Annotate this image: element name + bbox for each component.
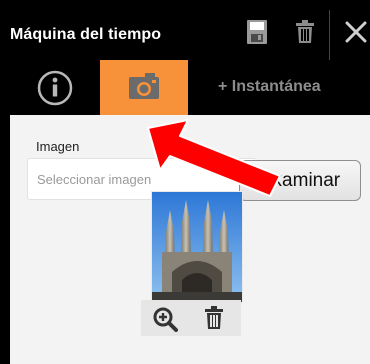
tab-bar: + Instantánea (0, 60, 370, 115)
image-label: Imagen (36, 139, 80, 154)
header-divider (329, 10, 330, 60)
add-snapshot-tab[interactable]: + Instantánea (218, 78, 321, 96)
close-icon[interactable] (345, 21, 367, 48)
trash-icon[interactable] (203, 305, 225, 336)
time-machine-panel: Máquina del tiempo + Instantánea Imagen … (0, 0, 370, 364)
trash-icon[interactable] (294, 19, 316, 50)
zoom-in-icon[interactable] (152, 306, 178, 337)
image-thumbnail (151, 191, 243, 303)
save-icon[interactable] (246, 19, 268, 50)
thumbnail-toolbar (141, 300, 241, 336)
thumbnail-photo[interactable] (152, 192, 242, 302)
tab-photo[interactable] (100, 60, 188, 115)
red-annotation-arrow (147, 119, 281, 197)
panel-header: Máquina del tiempo (0, 0, 370, 60)
tab-info[interactable] (30, 62, 90, 112)
panel-title: Máquina del tiempo (10, 26, 162, 43)
